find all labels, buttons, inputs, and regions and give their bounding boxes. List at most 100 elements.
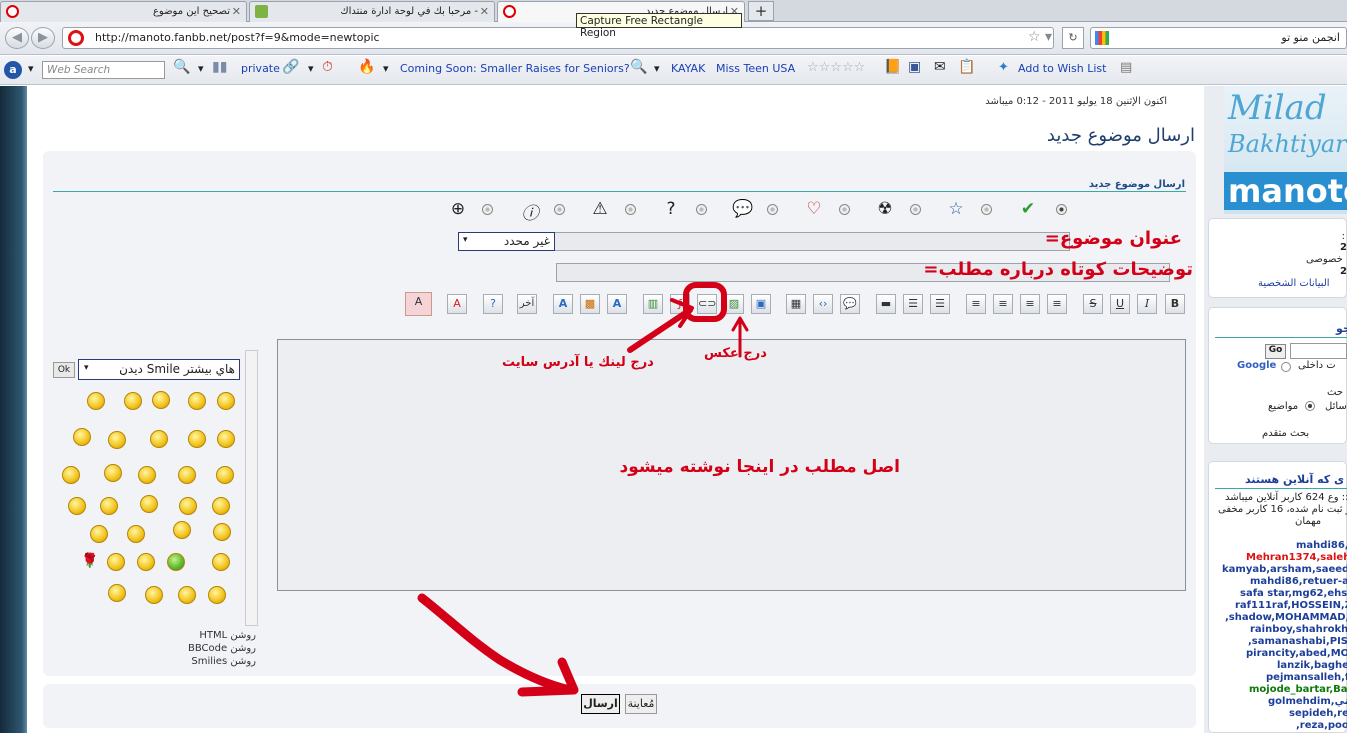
link-icon[interactable]: ⊂⊃: [697, 294, 717, 314]
dropdown-icon[interactable]: ▾: [308, 62, 314, 75]
color-palette-icon[interactable]: ▩: [580, 294, 600, 314]
smiley-icon[interactable]: [127, 525, 145, 543]
reload-icon[interactable]: ↻: [1062, 27, 1084, 49]
user-link[interactable]: golmehdim,كاني: [1268, 696, 1347, 707]
chart-icon[interactable]: ▮▮: [212, 59, 227, 75]
smiley-icon[interactable]: [108, 431, 126, 449]
fire-icon[interactable]: 🔥: [358, 59, 375, 75]
new-tab-button[interactable]: +: [748, 1, 774, 21]
smiley-icon[interactable]: [188, 430, 206, 448]
sparkle-icon[interactable]: ✦: [998, 60, 1009, 75]
smiley-icon[interactable]: [138, 466, 156, 484]
user-link[interactable]: mahdi86,retuer-abe: [1250, 576, 1347, 587]
user-link[interactable]: kamyab,arsham,saeed ka: [1222, 564, 1347, 575]
kayak-link[interactable]: KAYAK: [671, 62, 705, 75]
smiley-icon[interactable]: [212, 553, 230, 571]
send-button[interactable]: ارسال: [581, 694, 620, 714]
icon-radio[interactable]: [625, 204, 636, 215]
align-left-button[interactable]: ≡: [966, 294, 986, 314]
smiley-icon[interactable]: [178, 586, 196, 604]
smiley-icon[interactable]: [107, 553, 125, 571]
smiley-icon[interactable]: [108, 584, 126, 602]
image-icon[interactable]: ▨: [724, 294, 744, 314]
mail-icon[interactable]: ✉: [934, 59, 946, 75]
align-center-button[interactable]: ≡: [993, 294, 1013, 314]
table-icon[interactable]: ▦: [786, 294, 806, 314]
switch-editor-icon[interactable]: A: [405, 292, 432, 316]
smiley-icon[interactable]: [87, 392, 105, 410]
video-icon[interactable]: ▥: [643, 294, 663, 314]
smiley-icon[interactable]: [140, 495, 158, 513]
clipboard-icon[interactable]: 📋: [958, 59, 975, 75]
smiley-icon[interactable]: [68, 497, 86, 515]
quote-icon[interactable]: 💬: [840, 294, 860, 314]
smiley-icon[interactable]: [104, 464, 122, 482]
smiley-icon[interactable]: [100, 497, 118, 515]
icon-radio[interactable]: [910, 204, 921, 215]
smiley-icon[interactable]: [137, 553, 155, 571]
search-input[interactable]: انجمن منو تو: [1090, 27, 1347, 49]
list-button[interactable]: ☰: [930, 294, 950, 314]
user-link[interactable]: safa star,mg62,ehsan: [1240, 588, 1347, 599]
user-link[interactable]: pirancity,abed,MOJT: [1246, 648, 1347, 659]
font-size-icon[interactable]: A: [553, 294, 573, 314]
close-icon[interactable]: ✕: [480, 5, 489, 18]
smiley-icon[interactable]: [208, 586, 226, 604]
user-link[interactable]: rainboy,shahrokh,se: [1250, 624, 1347, 635]
ask-logo-icon[interactable]: a: [4, 61, 22, 79]
smiley-icon[interactable]: [124, 392, 142, 410]
smiley-icon[interactable]: [217, 430, 235, 448]
align-right-button[interactable]: ≡: [1020, 294, 1040, 314]
smiley-icon[interactable]: [178, 466, 196, 484]
advanced-search-link[interactable]: بحث متقدم: [1262, 428, 1309, 439]
browser-tab[interactable]: تصحيح اين موضوع ✕: [0, 1, 247, 22]
smiley-icon[interactable]: [216, 466, 234, 484]
font-face-icon[interactable]: A: [607, 294, 627, 314]
dropdown-icon[interactable]: ▾: [198, 62, 204, 75]
hr-button[interactable]: ▬: [876, 294, 896, 314]
user-link[interactable]: lanzik,bagher: [1277, 660, 1347, 671]
smiley-icon[interactable]: [212, 497, 230, 515]
smiley-icon[interactable]: [179, 497, 197, 515]
other-button[interactable]: آخر: [517, 294, 537, 314]
flash-icon[interactable]: ƒ: [670, 294, 690, 314]
smilies-scrollbar[interactable]: [245, 350, 258, 626]
smiley-icon[interactable]: [73, 428, 91, 446]
forward-button[interactable]: ▶: [31, 27, 55, 49]
user-link[interactable]: ,shadow,MOHAMMAD,m: [1225, 612, 1347, 623]
icon-radio[interactable]: [839, 204, 850, 215]
smiley-icon[interactable]: [173, 521, 191, 539]
smiley-icon[interactable]: [152, 391, 170, 409]
search-icon[interactable]: 🔍: [173, 59, 190, 75]
contact-card-icon[interactable]: ▤: [1120, 60, 1132, 75]
help-icon[interactable]: ?: [483, 294, 503, 314]
private-link[interactable]: private: [241, 62, 280, 75]
back-button[interactable]: ◀: [5, 27, 29, 49]
smiley-icon[interactable]: [188, 392, 206, 410]
icon-radio[interactable]: [1056, 204, 1067, 215]
profile-link[interactable]: البيانات الشخصية: [1258, 278, 1330, 289]
radio-button[interactable]: [1281, 362, 1291, 372]
numbered-list-button[interactable]: ☰: [903, 294, 923, 314]
subject-type-select[interactable]: غير محدد ▾: [458, 232, 555, 251]
icon-radio[interactable]: [482, 204, 493, 215]
miss-teen-link[interactable]: Miss Teen USA: [716, 62, 795, 75]
rose-icon[interactable]: 🌹: [81, 553, 98, 569]
user-link[interactable]: sepideh,rev: [1289, 708, 1347, 719]
chain-icon[interactable]: 🔗: [282, 59, 299, 75]
search-icon[interactable]: 🔍: [630, 59, 647, 75]
smiley-icon[interactable]: [145, 586, 163, 604]
go-button[interactable]: Go: [1265, 344, 1286, 359]
remove-format-icon[interactable]: A: [447, 294, 467, 314]
timer-icon[interactable]: ⏱: [322, 59, 333, 75]
strike-button[interactable]: S: [1083, 294, 1103, 314]
icon-radio[interactable]: [981, 204, 992, 215]
icon-radio[interactable]: [554, 204, 565, 215]
wish-list-link[interactable]: Add to Wish List: [1018, 62, 1106, 75]
dropdown-icon[interactable]: ▾: [28, 62, 34, 75]
user-link[interactable]: ,reza,poor: [1296, 720, 1347, 731]
gallery-icon[interactable]: ▣: [751, 294, 771, 314]
icon-radio[interactable]: [767, 204, 778, 215]
user-link[interactable]: pejmansalleh,fa: [1266, 672, 1347, 683]
underline-button[interactable]: U: [1110, 294, 1130, 314]
